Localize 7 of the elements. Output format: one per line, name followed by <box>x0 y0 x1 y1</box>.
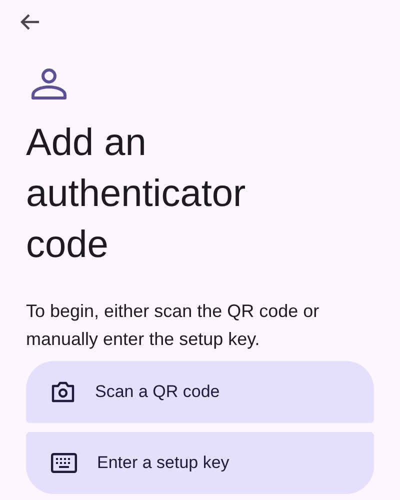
option-button[interactable]: Scan a QR code <box>26 361 374 423</box>
camera-icon <box>51 381 75 403</box>
page-title: Add an authenticator code <box>26 121 247 268</box>
description-text: To begin, either scan the QR code or manually enter the setup key. <box>26 300 320 351</box>
person-icon <box>31 68 67 100</box>
keyboard-icon <box>51 453 77 473</box>
option-button[interactable]: Enter a setup key <box>26 432 374 494</box>
